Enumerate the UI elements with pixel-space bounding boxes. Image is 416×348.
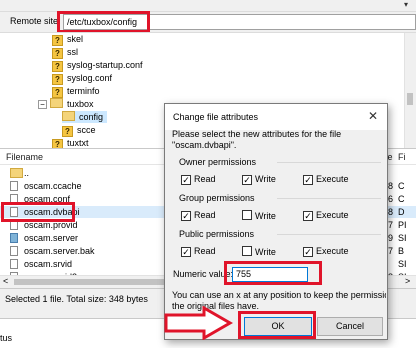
group-divider	[277, 198, 381, 199]
public-permissions-label: Public permissions	[179, 229, 255, 239]
folder-icon	[50, 98, 63, 108]
tree-scrollbar-thumb[interactable]	[407, 93, 413, 105]
group-divider	[277, 234, 381, 235]
scroll-left-arrow-icon[interactable]: <	[3, 276, 8, 286]
question-folder-icon: ?	[52, 48, 63, 59]
file-icon	[10, 246, 18, 256]
public-read-checkbox[interactable]: ✓ Read	[181, 246, 216, 257]
scroll-right-arrow-icon[interactable]: >	[405, 276, 410, 286]
dialog-titlebar: Change file attributes ✕	[165, 104, 387, 130]
red-arrow-icon	[164, 306, 234, 340]
tree-item-ssl[interactable]: ? ssl	[52, 46, 78, 59]
question-folder-icon: ?	[52, 74, 63, 85]
dialog-prompt: Please select the new attributes for the…	[172, 129, 386, 151]
tree-item-terminfo[interactable]: ? terminfo	[52, 85, 100, 98]
column-header-filename[interactable]: Filename	[6, 152, 43, 162]
tree-item-tuxbox[interactable]: − tuxbox	[38, 98, 94, 110]
owner-read-checkbox[interactable]: ✓ Read	[181, 174, 216, 185]
highlight-box-selected-file	[1, 202, 75, 222]
dropdown-arrow-icon[interactable]: ▾	[404, 0, 408, 9]
highlight-box-path	[57, 11, 150, 33]
public-execute-checkbox[interactable]: ✓ Execute	[303, 246, 349, 257]
folder-icon	[10, 168, 23, 178]
tree-item-scce[interactable]: ? scce	[62, 124, 96, 137]
status-column-label: tus	[0, 333, 13, 343]
dialog-filename: "oscam.dvbapi".	[172, 140, 237, 150]
folder-icon	[62, 111, 75, 121]
server-file-icon	[10, 233, 18, 243]
tree-scrollbar[interactable]	[404, 33, 416, 149]
owner-write-checkbox[interactable]: ✓ Write	[242, 174, 276, 185]
file-icon	[10, 181, 18, 191]
collapse-icon[interactable]: −	[38, 100, 47, 109]
change-file-attributes-dialog: Change file attributes ✕ Please select t…	[164, 103, 388, 340]
close-icon[interactable]: ✕	[368, 109, 378, 123]
dialog-title: Change file attributes	[173, 112, 259, 122]
group-permissions-label: Group permissions	[179, 193, 255, 203]
remote-site-label: Remote site:	[10, 16, 61, 26]
group-divider	[277, 162, 381, 163]
file-icon	[10, 259, 18, 269]
group-read-checkbox[interactable]: ✓ Read	[181, 210, 216, 221]
owner-permissions-label: Owner permissions	[179, 157, 257, 167]
highlight-box-numeric	[224, 261, 322, 285]
tree-item-syslog-startup[interactable]: ? syslog-startup.conf	[52, 59, 143, 72]
tree-item-config[interactable]: config	[62, 111, 108, 123]
question-folder-icon: ?	[52, 35, 63, 46]
group-execute-checkbox[interactable]: ✓ Execute	[303, 210, 349, 221]
owner-execute-checkbox[interactable]: ✓ Execute	[303, 174, 349, 185]
question-folder-icon: ?	[62, 126, 73, 137]
tree-item-syslog-conf[interactable]: ? syslog.conf	[52, 72, 112, 85]
public-write-checkbox[interactable]: Write	[242, 246, 276, 258]
cancel-button[interactable]: Cancel	[317, 317, 383, 336]
question-folder-icon: ?	[52, 87, 63, 98]
highlight-box-ok	[238, 311, 316, 339]
tree-item-skel[interactable]: ? skel	[52, 33, 83, 46]
group-write-checkbox[interactable]: Write	[242, 210, 276, 222]
selection-status-text: Selected 1 file. Total size: 348 bytes	[5, 294, 148, 304]
column-header-type[interactable]: Fi	[398, 152, 406, 162]
question-folder-icon: ?	[52, 61, 63, 72]
